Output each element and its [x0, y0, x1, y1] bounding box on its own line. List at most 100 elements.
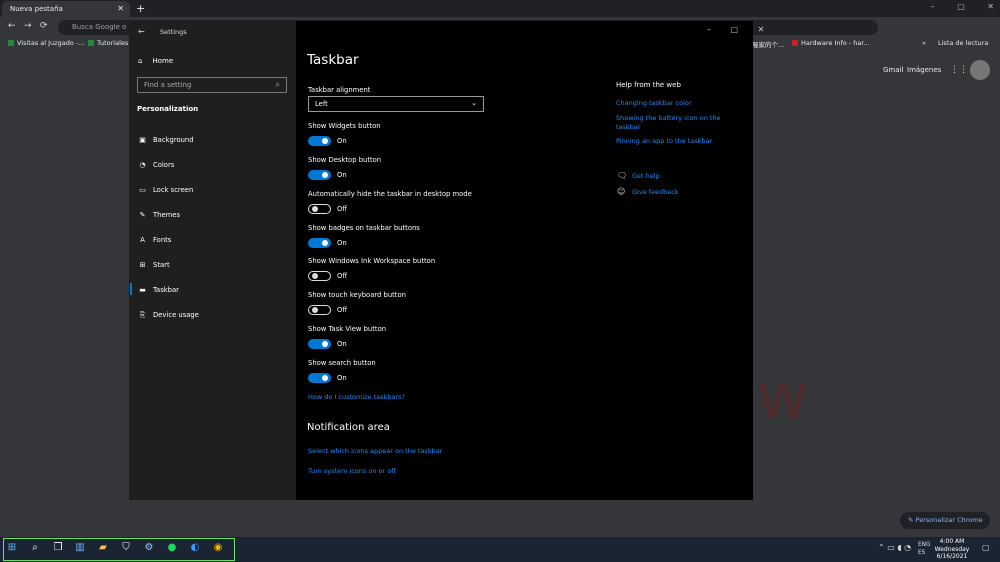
toggle-label: Show Windows Ink Workspace button — [308, 257, 436, 265]
minimize-icon[interactable]: – — [707, 25, 711, 34]
new-tab-button[interactable]: + — [136, 2, 145, 15]
image-icon: ▣ — [139, 136, 146, 144]
start-icon[interactable]: ⊞ — [5, 541, 19, 555]
nav-device-usage[interactable]: ⎘ Device usage — [138, 311, 199, 320]
language-indicator[interactable]: ENG ES — [918, 541, 931, 557]
personalize-chrome-button[interactable]: ✎ Personalizar Chrome — [900, 512, 990, 529]
taskbar-clock[interactable]: 4:00 AM Wednesday 6/16/2021 — [934, 538, 970, 561]
settings-window-controls: – ▢ ✕ — [690, 25, 764, 34]
images-link[interactable]: Imágenes — [907, 66, 941, 74]
get-help-link[interactable]: Get help — [632, 172, 660, 180]
tab-title: Nueva pestaña — [10, 5, 63, 13]
nav-home[interactable]: ⌂ Home — [138, 57, 173, 65]
nav-start[interactable]: ⊞ Start — [138, 261, 170, 269]
bookmark-item[interactable]: Hardware Info - har... — [792, 39, 870, 47]
toggle-touch-keyboard[interactable] — [308, 305, 331, 315]
home-icon: ⌂ — [138, 57, 143, 65]
maximize-icon[interactable]: ▢ — [731, 25, 739, 34]
bookmark-icon — [88, 40, 94, 46]
chevron-down-icon: ⌄ — [471, 99, 477, 107]
search-icon: ⌕ — [275, 80, 280, 89]
file-explorer-icon[interactable]: ▰ — [96, 541, 110, 555]
toggle-state: Off — [337, 205, 348, 213]
toggle-state: On — [337, 340, 347, 348]
gmail-link[interactable]: Gmail — [883, 66, 903, 74]
toggle-label: Show Desktop button — [308, 156, 382, 164]
widgets-icon[interactable]: ▥ — [73, 541, 87, 555]
taskbar-icon: ▬ — [139, 286, 146, 294]
bookmark-icon — [792, 40, 798, 46]
font-icon: A — [140, 236, 145, 244]
toggle-widgets[interactable] — [308, 136, 331, 146]
toggle-state: Off — [337, 272, 348, 280]
notification-area-heading: Notification area — [307, 422, 390, 433]
omnibox-placeholder: Busca Google o e — [72, 23, 133, 31]
give-feedback-link[interactable]: Give feedback — [632, 188, 679, 196]
help-link-battery[interactable]: Showing the battery icon on the taskbar — [616, 114, 726, 132]
toggle-label: Show search button — [308, 359, 376, 367]
help-icon: 🗨 — [617, 171, 628, 180]
customize-taskbars-link[interactable]: How do I customize taskbars? — [308, 393, 405, 401]
close-icon[interactable]: ✕ — [987, 2, 994, 11]
help-link-color[interactable]: Changing taskbar color — [616, 99, 692, 107]
chrome-tab-bar: Nueva pestaña ✕ + – ▢ ✕ — [0, 0, 1000, 17]
forward-icon[interactable]: → — [24, 21, 32, 31]
task-view-icon[interactable]: ❐ — [51, 541, 65, 555]
bookmark-item[interactable]: Tutoriales y — [88, 39, 134, 47]
system-tray-icons[interactable]: ⌃ ▭ ◖ ◔ — [878, 543, 911, 552]
browser-tab[interactable]: Nueva pestaña ✕ — [2, 1, 130, 17]
bookmark-item[interactable]: Visitas al Juzgado -... — [8, 39, 84, 47]
toggle-badges[interactable] — [308, 238, 331, 248]
brush-icon: ✎ — [139, 211, 146, 219]
start-icon: ⊞ — [139, 261, 146, 269]
find-setting-input[interactable]: Find a setting ⌕ — [137, 77, 287, 93]
bookmark-overflow[interactable]: » — [922, 39, 926, 47]
store-icon[interactable]: ⛉ — [119, 541, 133, 555]
alignment-dropdown[interactable]: Left ⌄ — [308, 96, 484, 112]
chrome-icon[interactable]: ◉ — [211, 541, 225, 555]
toggle-task-view[interactable] — [308, 339, 331, 349]
help-heading: Help from the web — [616, 81, 681, 89]
settings-window-title: Settings — [160, 28, 187, 36]
nav-taskbar[interactable]: ▬ Taskbar — [138, 286, 179, 294]
settings-icon[interactable]: ⚙ — [142, 541, 156, 555]
toggle-search[interactable] — [308, 373, 331, 383]
back-arrow-icon[interactable]: ← — [138, 27, 145, 36]
back-icon[interactable]: ← — [8, 21, 16, 31]
nav-lock-screen[interactable]: ▭ Lock screen — [138, 186, 193, 194]
toggle-desktop[interactable] — [308, 170, 331, 180]
account-avatar[interactable] — [970, 60, 990, 80]
bookmark-icon — [8, 40, 14, 46]
spotify-icon[interactable]: ● — [165, 541, 179, 555]
monitor-icon: ▭ — [139, 186, 146, 194]
nav-themes[interactable]: ✎ Themes — [138, 211, 180, 219]
maximize-icon[interactable]: ▢ — [957, 2, 965, 11]
notification-center-icon[interactable]: ▢ — [982, 543, 990, 552]
reload-icon[interactable]: ⟳ — [40, 21, 48, 31]
search-icon[interactable]: ⌕ — [28, 541, 42, 555]
nav-colors[interactable]: ◔ Colors — [138, 161, 174, 169]
apps-grid-icon[interactable]: ⋮⋮ — [950, 65, 968, 75]
toggle-autohide[interactable] — [308, 204, 331, 214]
toggle-state: On — [337, 137, 347, 145]
bookmark-item[interactable]: 喔家的个... — [752, 39, 784, 49]
system-icons-link[interactable]: Turn system icons on or off — [308, 467, 396, 475]
browser-window-controls: – ▢ ✕ — [911, 2, 994, 11]
device-icon: ⎘ — [139, 311, 146, 319]
close-tab-icon[interactable]: ✕ — [117, 4, 124, 13]
toggle-label: Show badges on taskbar buttons — [308, 224, 420, 232]
toggle-state: On — [337, 374, 347, 382]
edge-icon[interactable]: ◐ — [188, 541, 202, 555]
minimize-icon[interactable]: – — [931, 2, 935, 11]
nav-fonts[interactable]: A Fonts — [138, 236, 171, 244]
reading-list[interactable]: Lista de lectura — [938, 39, 988, 47]
close-icon[interactable]: ✕ — [758, 25, 765, 34]
nav-background[interactable]: ▣ Background — [138, 136, 193, 144]
select-icons-link[interactable]: Select which icons appear on the taskbar — [308, 447, 442, 455]
toggle-state: On — [337, 239, 347, 247]
toggle-label: Show touch keyboard button — [308, 291, 406, 299]
help-link-pinning[interactable]: Pinning an app to the taskbar — [616, 137, 712, 145]
active-indicator — [130, 283, 132, 295]
toggle-ink-workspace[interactable] — [308, 271, 331, 281]
toggle-label: Show Widgets button — [308, 122, 381, 130]
